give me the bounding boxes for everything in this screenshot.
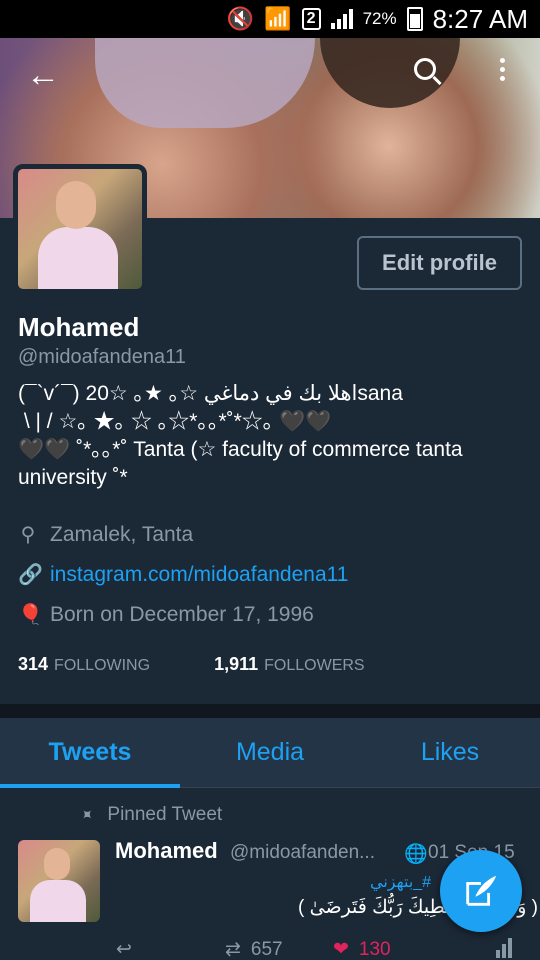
profile-website[interactable]: 🔗 instagram.com/midoafandena11 [18,562,348,587]
profile-birthday: 🎈 Born on December 17, 1996 [18,602,314,627]
location-pin-icon: ⚲ [20,524,36,546]
clock: 8:27 AM [432,3,528,34]
tweet-author-handle: @midoafanden... [230,842,375,863]
like-button[interactable]: ❤ 130 [333,938,391,960]
birthday-text: Born on December 17, 1996 [50,602,314,626]
retweet-icon: ⇄ [225,939,241,960]
compose-icon [466,875,497,906]
profile-tabs: Tweets Media Likes [0,718,540,788]
pin-icon: ✦ [75,804,98,827]
wifi-icon: 📶 [264,6,292,31]
mute-icon: 🔇 [226,6,255,31]
tweet-avatar[interactable] [18,840,100,922]
balloon-icon: 🎈 [18,604,43,626]
signal-icon [330,9,353,29]
status-bar: 🔇 📶 2 72% 8:27 AM [0,0,540,38]
globe-icon: 🌐 [404,844,428,865]
arrow-left-icon: ← [26,56,60,94]
battery-icon [406,7,423,31]
followers-count[interactable]: 1,911 FOLLOWERS [214,654,365,675]
reply-icon: ↩ [116,939,132,960]
sim-indicator: 2 [301,8,321,30]
like-count: 130 [358,938,391,960]
section-divider [0,704,540,718]
profile-location: ⚲ Zamalek, Tanta [18,522,194,547]
search-button[interactable] [414,58,436,80]
tweet-author-name: Mohamed [115,838,218,863]
profile-bio: (¯`v´¯) اهلا بك في دماغي ☆｡ ★｡ ☆20sana \… [18,382,463,489]
tab-likes[interactable]: Likes [360,718,540,787]
more-vertical-icon [500,58,505,81]
tweet-actions: ↩ ⇄ 657 ❤ 130 [0,936,540,960]
location-text: Zamalek, Tanta [50,522,194,546]
profile-handle: @midoafandena11 [18,346,186,368]
stats-button[interactable] [496,938,512,958]
tab-media[interactable]: Media [180,718,360,787]
pinned-tweet-label: ✦ Pinned Tweet [75,804,223,827]
reply-button[interactable]: ↩ [116,938,132,960]
follow-counts: 314 FOLLOWING 1,911 FOLLOWERS [18,654,365,675]
retweet-count: 657 [250,938,283,960]
link-icon: 🔗 [18,564,43,586]
profile-name: Mohamed [18,312,140,342]
compose-tweet-button[interactable] [440,850,522,932]
stats-icon [496,938,512,958]
website-link[interactable]: instagram.com/midoafandena11 [50,563,348,587]
back-button[interactable]: ← [26,58,60,92]
profile-avatar[interactable] [13,164,147,294]
battery-percent: 72% [362,9,397,28]
following-count[interactable]: 314 FOLLOWING [18,654,150,675]
search-icon [414,58,436,80]
retweet-button[interactable]: ⇄ 657 [225,938,283,960]
more-options-button[interactable] [500,58,505,81]
heart-icon: ❤ [333,939,349,960]
tab-tweets[interactable]: Tweets [0,718,180,788]
edit-profile-button[interactable]: Edit profile [357,236,522,290]
tweet-hashtag[interactable]: #_بتهزني [370,872,431,892]
